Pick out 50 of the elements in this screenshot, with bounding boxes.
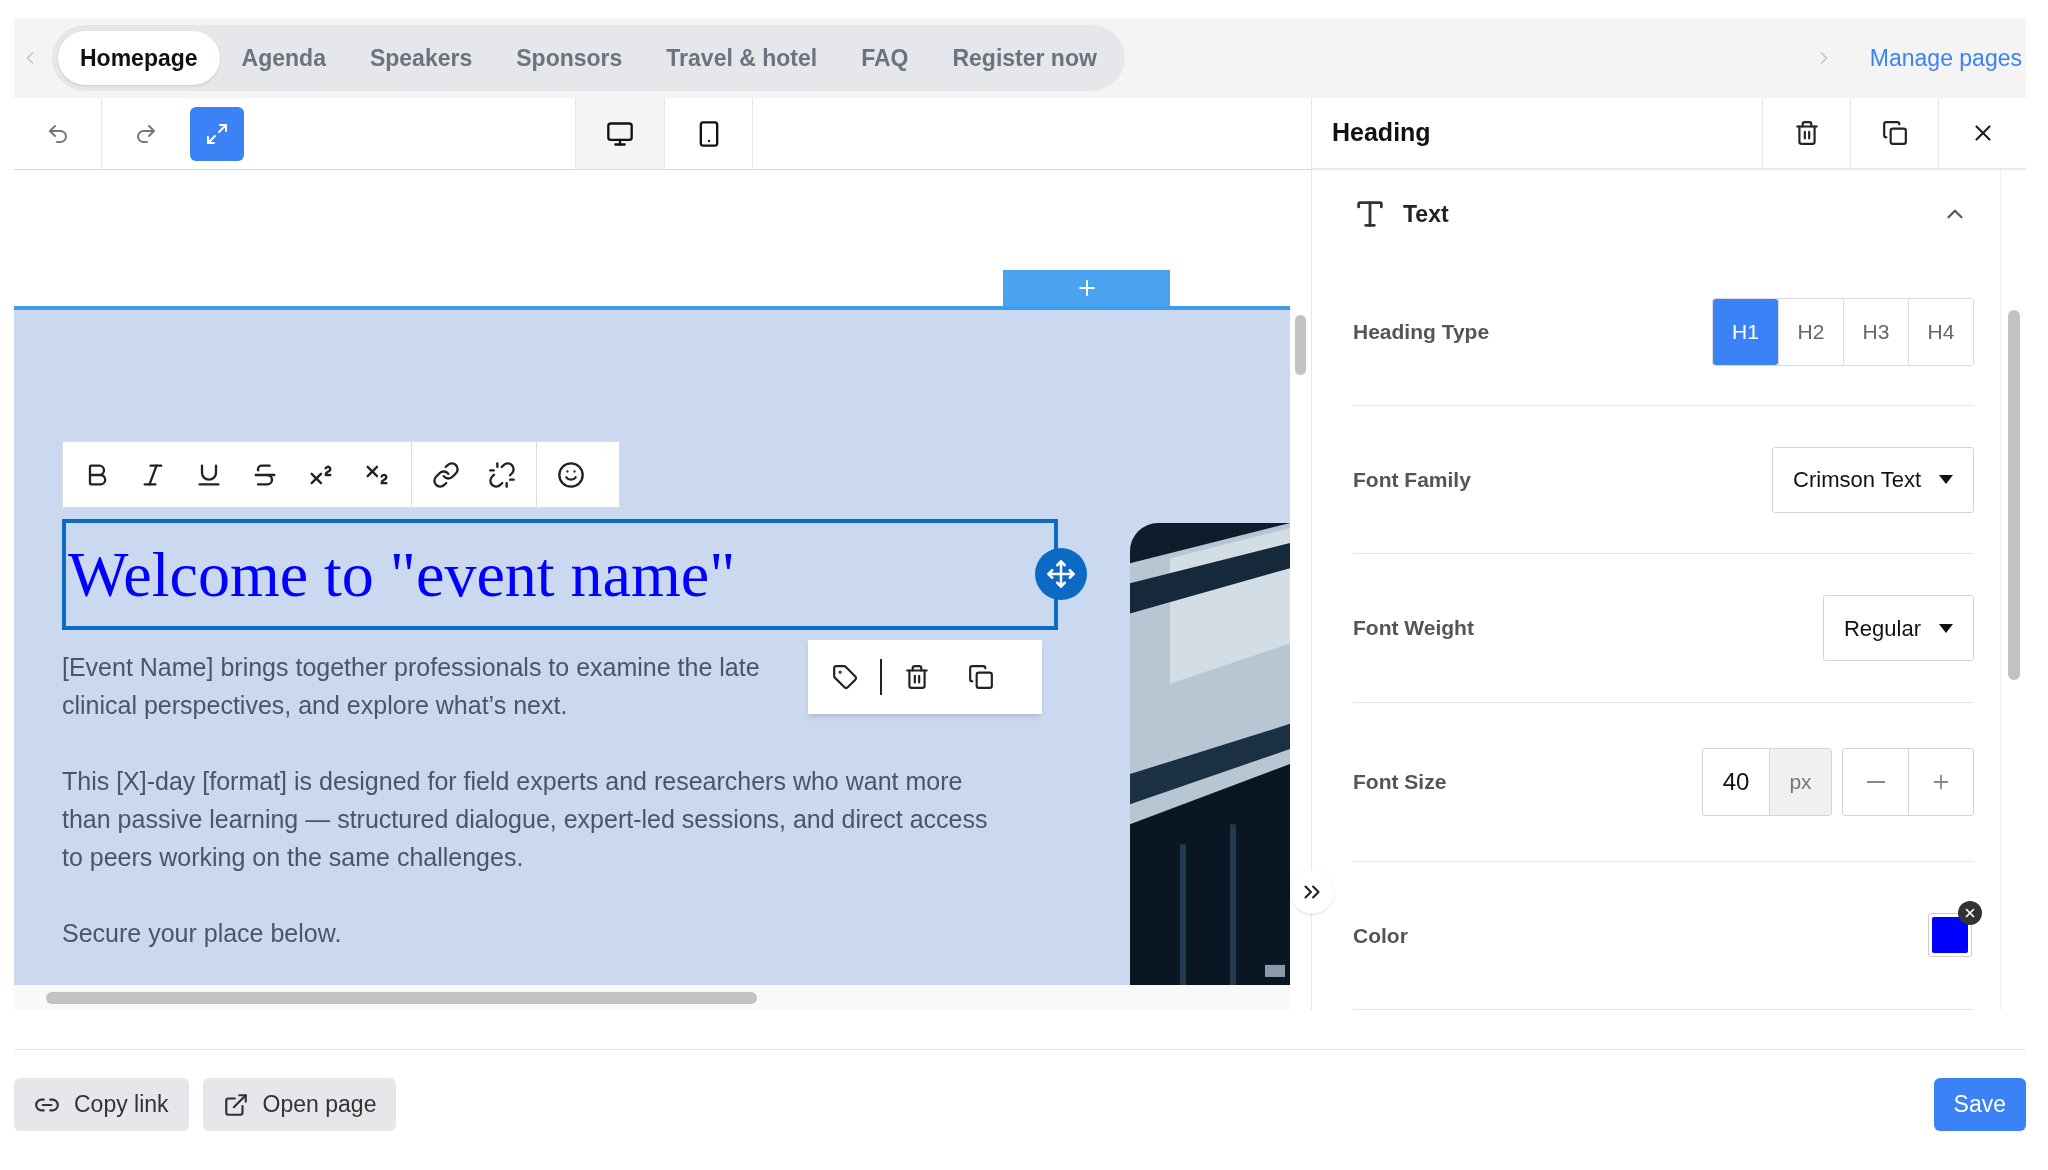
page-tab[interactable]: FAQ — [839, 31, 931, 85]
field-label: Color — [1353, 922, 1408, 949]
copy-icon — [968, 664, 994, 690]
page-tab[interactable]: Sponsors — [494, 31, 645, 85]
unit-label: px — [1769, 748, 1831, 815]
manage-pages-link[interactable]: Manage pages — [1869, 40, 2022, 76]
page-tab[interactable]: Speakers — [347, 31, 495, 85]
section-title: Text — [1403, 199, 1449, 229]
panel-title: Heading — [1332, 117, 1431, 149]
heading-type-option[interactable]: H1 — [1713, 298, 1778, 365]
heading-type-option[interactable]: H4 — [1908, 298, 1973, 365]
horizontal-scrollbar[interactable] — [46, 991, 757, 1004]
field-label: Font Size — [1353, 769, 1447, 795]
field-label: Heading Type — [1353, 318, 1490, 345]
font-family-select[interactable]: Crimson Text — [1772, 446, 1974, 513]
caret-icon — [1939, 623, 1953, 633]
page-tab[interactable]: Agenda — [219, 31, 348, 85]
section-header[interactable]: Text — [1353, 170, 1974, 258]
font-size-field[interactable]: 40 px — [1702, 747, 1832, 816]
page-tab[interactable]: Homepage — [58, 31, 220, 85]
page-tab[interactable]: Travel & hotel — [644, 31, 840, 85]
heading-text: Welcome to "event name" — [68, 538, 736, 611]
body-paragraph: Secure your place below. — [62, 918, 342, 949]
save-button[interactable]: Save — [1933, 1078, 2026, 1131]
mobile-view-button[interactable] — [664, 98, 753, 169]
copy-icon — [1881, 120, 1908, 146]
font-size-input[interactable]: 40 — [1703, 748, 1769, 815]
move-icon — [1046, 559, 1076, 589]
trash-icon — [904, 664, 930, 690]
field-label: Font Weight — [1353, 615, 1474, 642]
open-page-button[interactable]: Open page — [202, 1078, 397, 1131]
fullscreen-button[interactable] — [190, 106, 244, 161]
body-paragraph: [Event Name] brings together professionals to examine the late clinical perspectives, and explore what’s next. — [62, 652, 760, 721]
vertical-scrollbar[interactable] — [1295, 315, 1306, 375]
caret-icon — [1939, 475, 1953, 485]
collapse-button[interactable] — [1290, 870, 1334, 914]
desktop-view-button[interactable] — [575, 98, 664, 169]
panel-scrollbar[interactable] — [2007, 310, 2020, 680]
expand-icon — [205, 121, 229, 146]
minus-icon — [1866, 780, 1885, 783]
monitor-icon — [606, 119, 634, 148]
page-tab[interactable]: Register now — [930, 31, 1119, 85]
external-link-icon — [222, 1091, 249, 1118]
clear-color-button[interactable] — [1958, 901, 1982, 926]
trash-icon — [1793, 120, 1820, 146]
font-weight-select[interactable]: Regular — [1822, 595, 1974, 662]
copy-link-button[interactable]: Copy link — [14, 1078, 189, 1131]
body-paragraph: This [X]-day [format] is designed for field experts and researchers who want more than passive learning — structured dialogue, expert-led sessions, and direct access to peers working on the same challenges. — [62, 766, 988, 873]
field-label: Font Family — [1353, 467, 1471, 494]
heading-box[interactable]: Welcome to "event name" — [62, 519, 1058, 630]
